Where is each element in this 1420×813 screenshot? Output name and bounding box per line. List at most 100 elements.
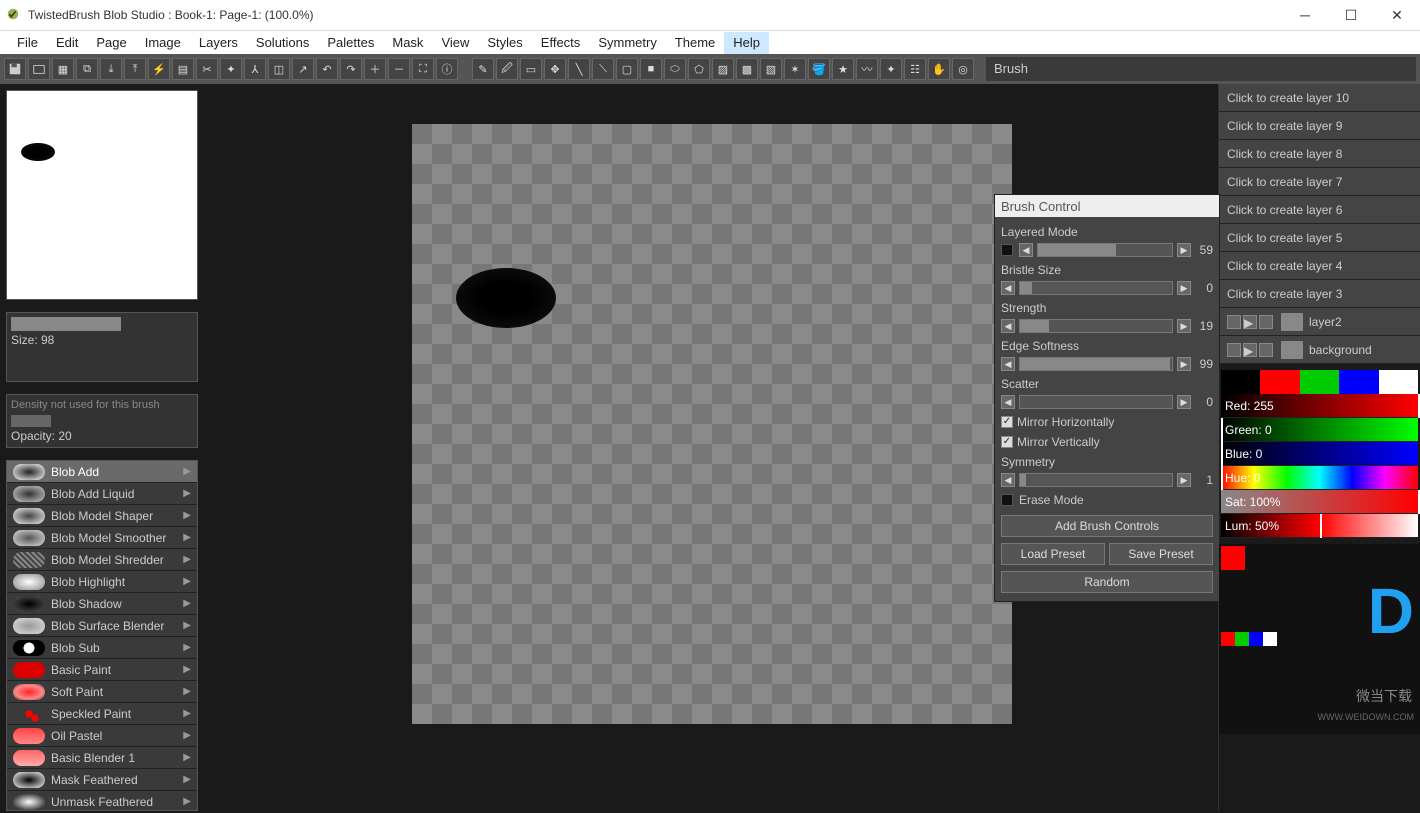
tool-export-icon[interactable]: ⤓ <box>100 58 122 80</box>
tool-tree-icon[interactable]: ⅄ <box>244 58 266 80</box>
slider-bristle-size[interactable]: ◀▶0 <box>1001 279 1213 297</box>
brush-item[interactable]: Blob Add Liquid▶ <box>7 483 197 505</box>
brush-item[interactable]: Basic Blender 1▶ <box>7 747 197 769</box>
save-preset-button[interactable]: Save Preset <box>1109 543 1213 565</box>
tool-save-icon[interactable] <box>4 58 26 80</box>
canvas[interactable] <box>412 124 1012 724</box>
tool-zoomout-icon[interactable]: － <box>388 58 410 80</box>
page-preview[interactable] <box>6 90 198 300</box>
slider-inc-icon[interactable]: ▶ <box>1177 281 1191 295</box>
slider-scatter[interactable]: ◀▶0 <box>1001 393 1213 411</box>
swatch-row[interactable] <box>1221 632 1277 646</box>
tool-select-icon[interactable]: ▭ <box>520 58 542 80</box>
menu-solutions[interactable]: Solutions <box>247 32 318 54</box>
menu-effects[interactable]: Effects <box>532 32 590 54</box>
tool-arrow-icon[interactable]: ↗ <box>292 58 314 80</box>
current-color-swatch[interactable] <box>1221 546 1245 570</box>
layer-lock-icon[interactable]: ▶ <box>1243 315 1257 329</box>
brush-item[interactable]: Blob Add▶ <box>7 461 197 483</box>
menu-view[interactable]: View <box>432 32 478 54</box>
brush-item[interactable]: Mask Feathered▶ <box>7 769 197 791</box>
slider-dec-icon[interactable]: ◀ <box>1019 243 1033 257</box>
layer-create[interactable]: Click to create layer 10 <box>1219 84 1420 112</box>
tool-rect-icon[interactable]: ▢ <box>616 58 638 80</box>
slider-inc-icon[interactable]: ▶ <box>1177 319 1191 333</box>
layer-create[interactable]: Click to create layer 6 <box>1219 196 1420 224</box>
maximize-button[interactable]: ☐ <box>1328 0 1374 30</box>
layer-create[interactable]: Click to create layer 5 <box>1219 224 1420 252</box>
slider-toggle[interactable] <box>1001 244 1013 256</box>
tool-checker-icon[interactable]: ▩ <box>736 58 758 80</box>
random-button[interactable]: Random <box>1001 571 1213 593</box>
brush-item[interactable]: Speckled Paint▶ <box>7 703 197 725</box>
tool-burst-icon[interactable]: ✶ <box>784 58 806 80</box>
tool-redo-icon[interactable]: ↷ <box>340 58 362 80</box>
tool-pencil-icon[interactable]: 🖉 <box>496 58 518 80</box>
tool-line2-icon[interactable]: ⟍ <box>592 58 614 80</box>
menu-help[interactable]: Help <box>724 32 769 54</box>
tool-ellipse-icon[interactable]: ⬭ <box>664 58 686 80</box>
tool-crop-icon[interactable]: ◫ <box>268 58 290 80</box>
tool-flash-icon[interactable]: ⚡ <box>148 58 170 80</box>
tool-grad-icon[interactable]: ▨ <box>712 58 734 80</box>
tool-wave-icon[interactable]: 〰 <box>856 58 878 80</box>
color-slider[interactable]: Hue: 0 <box>1221 466 1418 490</box>
color-slider[interactable]: Blue: 0 <box>1221 442 1418 466</box>
close-button[interactable]: ✕ <box>1374 0 1420 30</box>
tool-target-icon[interactable]: ◎ <box>952 58 974 80</box>
brush-item[interactable]: Blob Sub▶ <box>7 637 197 659</box>
brush-item[interactable]: Blob Surface Blender▶ <box>7 615 197 637</box>
menu-styles[interactable]: Styles <box>478 32 531 54</box>
slider-dec-icon[interactable]: ◀ <box>1001 357 1015 371</box>
slider-strength[interactable]: ◀▶19 <box>1001 317 1213 335</box>
color-slider[interactable]: Green: 0 <box>1221 418 1418 442</box>
tool-zoomin-icon[interactable]: ＋ <box>364 58 386 80</box>
color-slider[interactable]: Red: 255 <box>1221 394 1418 418</box>
slider-dec-icon[interactable]: ◀ <box>1001 281 1015 295</box>
layer-create[interactable]: Click to create layer 4 <box>1219 252 1420 280</box>
tool-star-icon[interactable]: ★ <box>832 58 854 80</box>
slider-dec-icon[interactable]: ◀ <box>1001 395 1015 409</box>
menu-file[interactable]: File <box>8 32 47 54</box>
tool-cut-icon[interactable]: ✂ <box>196 58 218 80</box>
tool-grid-icon[interactable]: ▤ <box>172 58 194 80</box>
layer-menu-icon[interactable] <box>1259 315 1273 329</box>
brush-control-title[interactable]: Brush Control <box>995 195 1219 217</box>
layer-create[interactable]: Click to create layer 7 <box>1219 168 1420 196</box>
tool-fill-icon[interactable]: ▧ <box>760 58 782 80</box>
layer-row[interactable]: ▶layer2 <box>1219 308 1420 336</box>
tool-sym-icon[interactable]: ✦ <box>880 58 902 80</box>
tool-brush-icon[interactable]: ✎ <box>472 58 494 80</box>
brush-item[interactable]: Blob Model Smoother▶ <box>7 527 197 549</box>
brush-item[interactable]: Basic Paint▶ <box>7 659 197 681</box>
brush-item[interactable]: Blob Model Shaper▶ <box>7 505 197 527</box>
checkbox-mirror-vertically[interactable]: ✓Mirror Vertically <box>1001 433 1213 451</box>
minimize-button[interactable]: ─ <box>1282 0 1328 30</box>
slider-dec-icon[interactable]: ◀ <box>1001 319 1015 333</box>
tool-poly-icon[interactable]: ⬠ <box>688 58 710 80</box>
menu-edit[interactable]: Edit <box>47 32 87 54</box>
tool-wand-icon[interactable]: ✦ <box>220 58 242 80</box>
brush-item[interactable]: Unmask Feathered▶ <box>7 791 197 811</box>
slider-edge-softness[interactable]: ◀▶99 <box>1001 355 1213 373</box>
layer-visibility-icon[interactable] <box>1227 315 1241 329</box>
color-slider[interactable]: Sat: 100% <box>1221 490 1418 514</box>
layer-create[interactable]: Click to create layer 3 <box>1219 280 1420 308</box>
tool-undo-icon[interactable]: ↶ <box>316 58 338 80</box>
tool-info-icon[interactable]: ⓘ <box>436 58 458 80</box>
layer-visibility-icon[interactable] <box>1227 343 1241 357</box>
slider-inc-icon[interactable]: ▶ <box>1177 357 1191 371</box>
layer-lock-icon[interactable]: ▶ <box>1243 343 1257 357</box>
tool-new-icon[interactable]: ▦ <box>52 58 74 80</box>
tool-fit-icon[interactable]: ⛶ <box>412 58 434 80</box>
menu-theme[interactable]: Theme <box>666 32 724 54</box>
color-palette-row[interactable] <box>1221 370 1418 394</box>
tool-move-icon[interactable]: ✥ <box>544 58 566 80</box>
size-panel[interactable]: Size: 98 <box>6 312 198 382</box>
brush-item[interactable]: Oil Pastel▶ <box>7 725 197 747</box>
menu-mask[interactable]: Mask <box>383 32 432 54</box>
tool-hand-icon[interactable]: ✋ <box>928 58 950 80</box>
layer-create[interactable]: Click to create layer 8 <box>1219 140 1420 168</box>
menu-image[interactable]: Image <box>136 32 190 54</box>
load-preset-button[interactable]: Load Preset <box>1001 543 1105 565</box>
